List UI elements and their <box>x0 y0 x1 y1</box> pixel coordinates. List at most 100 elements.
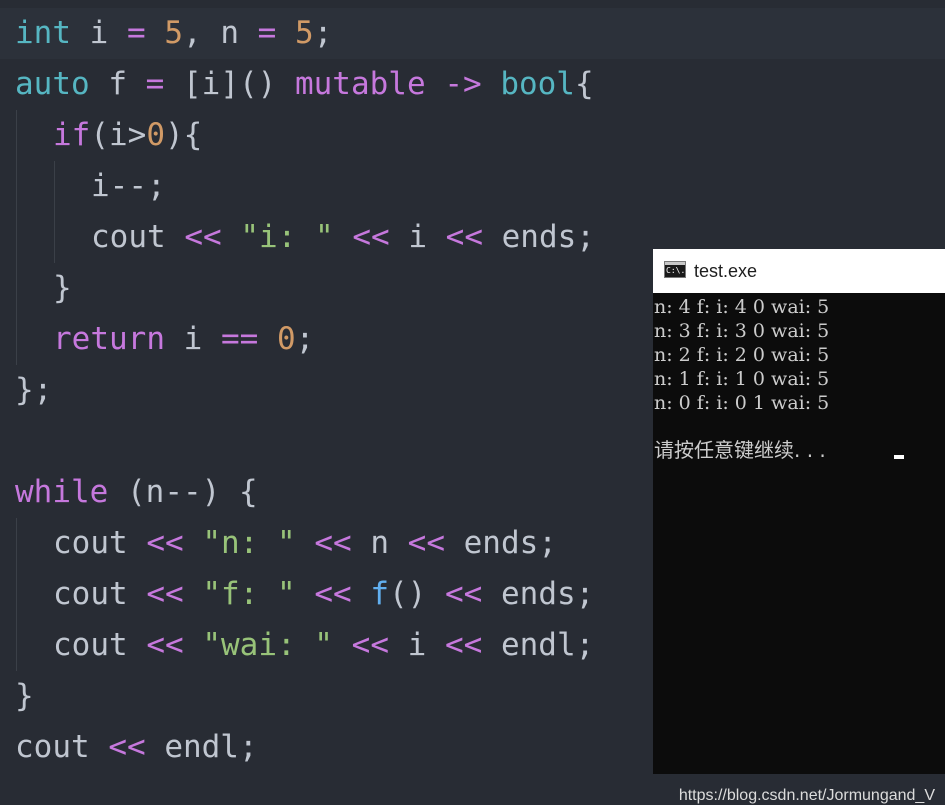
number-literal: 0 <box>276 321 296 357</box>
code-token: ){ <box>165 117 203 153</box>
code-token: i <box>71 15 127 51</box>
output-line: n: 2 f: i: 2 0 wai: 5 <box>654 344 830 366</box>
string-literal: "wai: " <box>202 627 333 663</box>
code-token: , n <box>183 15 258 51</box>
output-line: n: 0 f: i: 0 1 wai: 5 <box>654 392 830 414</box>
code-token: i <box>164 321 221 357</box>
console-output[interactable]: n: 4 f: i: 4 0 wai: 5 n: 3 f: i: 3 0 wai… <box>653 293 945 804</box>
code-token: { <box>574 66 594 102</box>
output-line: n: 1 f: i: 1 0 wai: 5 <box>654 368 830 390</box>
operator: << <box>146 627 184 663</box>
code-token: ; <box>313 15 333 51</box>
output-line: n: 4 f: i: 4 0 wai: 5 <box>654 296 830 318</box>
operator: << <box>146 525 184 561</box>
code-token: ends; <box>482 576 595 612</box>
code-line-4: i--; <box>0 161 945 212</box>
code-line-2: auto f = [i]() mutable -> bool{ <box>0 59 945 110</box>
keyword-auto: auto <box>15 66 90 102</box>
code-token: } <box>53 270 72 306</box>
number-literal: 0 <box>146 117 165 153</box>
code-token: f <box>89 66 146 102</box>
operator: << <box>314 525 352 561</box>
code-token: (i> <box>90 117 147 153</box>
code-token: ends; <box>482 219 595 255</box>
code-token: cout <box>53 576 128 612</box>
code-token: cout <box>15 729 90 765</box>
code-token: cout <box>53 627 128 663</box>
code-token: (n--) { <box>108 474 258 510</box>
keyword-int: int <box>15 15 71 51</box>
operator: == <box>220 321 259 357</box>
operator: << <box>146 576 184 612</box>
console-app-icon: C:\. <box>664 261 686 278</box>
function-call: f <box>370 576 389 612</box>
operator: << <box>407 525 445 561</box>
console-window[interactable]: C:\. test.exe n: 4 f: i: 4 0 wai: 5 n: 3… <box>653 249 945 804</box>
string-literal: "i: " <box>240 219 334 255</box>
code-token: i <box>388 627 445 663</box>
watermark: https://blog.csdn.net/Jormungand_V <box>678 787 935 804</box>
keyword-if: if <box>53 117 91 153</box>
press-any-key-prompt: 请按任意键继续. . . <box>654 438 833 462</box>
code-line-1: int i = 5, n = 5; <box>0 8 945 59</box>
keyword-bool: bool <box>500 66 575 102</box>
text-cursor <box>894 455 904 459</box>
code-line-3: if(i>0){ <box>0 110 945 161</box>
code-token: cout <box>91 219 166 255</box>
operator: << <box>351 627 389 663</box>
operator: << <box>352 219 390 255</box>
operator: = <box>127 15 146 51</box>
operator: -> <box>444 66 482 102</box>
operator: = <box>145 66 165 102</box>
code-token: () <box>389 576 445 612</box>
code-token: endl; <box>482 627 595 663</box>
output-line: n: 3 f: i: 3 0 wai: 5 <box>654 320 830 342</box>
operator: << <box>184 219 222 255</box>
operator: << <box>314 576 352 612</box>
string-literal: "f: " <box>202 576 296 612</box>
number-literal: 5 <box>295 15 314 51</box>
code-token: n <box>351 525 408 561</box>
operator: << <box>108 729 146 765</box>
code-token: }; <box>15 372 53 408</box>
code-token: ends; <box>444 525 557 561</box>
code-token: ; <box>295 321 315 357</box>
string-literal: "n: " <box>202 525 296 561</box>
window-title: test.exe <box>694 261 758 281</box>
code-token: [i]() <box>164 66 295 102</box>
code-token: i <box>389 219 446 255</box>
keyword-mutable: mutable <box>294 66 426 102</box>
number-literal: 5 <box>164 15 184 51</box>
operator: << <box>445 576 483 612</box>
console-icon-text: C:\. <box>666 266 686 275</box>
code-token: } <box>15 678 34 714</box>
operator: = <box>257 15 277 51</box>
operator: << <box>444 627 483 663</box>
code-token: endl; <box>145 729 258 765</box>
operator: << <box>445 219 483 255</box>
code-token: i--; <box>91 168 166 204</box>
console-titlebar[interactable]: C:\. test.exe <box>653 249 945 293</box>
keyword-while: while <box>15 474 109 510</box>
code-token: cout <box>53 525 128 561</box>
keyword-return: return <box>53 321 165 357</box>
